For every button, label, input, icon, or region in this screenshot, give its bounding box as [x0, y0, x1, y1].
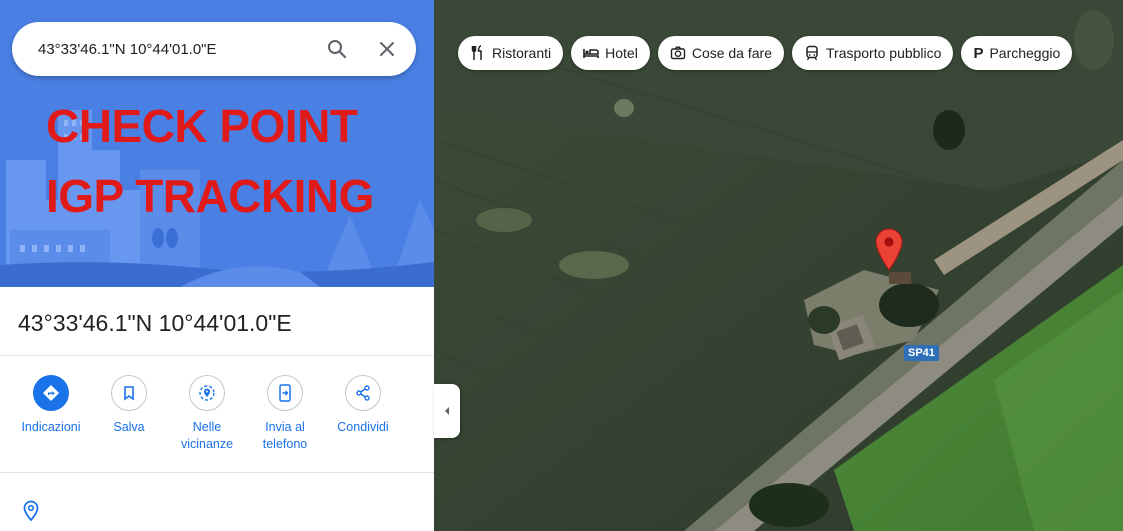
parking-icon: P — [973, 44, 984, 62]
collapse-panel-button[interactable] — [434, 384, 460, 438]
hotel-icon — [583, 45, 599, 61]
camera-icon — [670, 45, 686, 61]
action-label: Invia al telefono — [262, 420, 308, 451]
restaurant-icon — [470, 45, 486, 61]
chip-label: Parcheggio — [989, 45, 1061, 61]
chip-things-to-do[interactable]: Cose da fare — [657, 36, 784, 70]
chevron-left-icon — [445, 407, 449, 415]
action-buttons: Indicazioni Salva Nelle vicinanze Invia … — [12, 375, 412, 453]
share-button[interactable]: Condividi — [324, 375, 402, 453]
chip-label: Ristoranti — [492, 45, 552, 61]
share-icon — [356, 385, 370, 401]
divider — [0, 355, 434, 356]
chip-parking[interactable]: P Parcheggio — [961, 36, 1073, 70]
save-button-circle — [111, 375, 147, 411]
divider — [0, 472, 434, 473]
action-label: Condividi — [337, 420, 389, 434]
send-to-phone-button-circle — [267, 375, 303, 411]
save-button[interactable]: Salva — [90, 375, 168, 453]
action-label: Nelle vicinanze — [180, 420, 234, 451]
search-icon — [328, 40, 347, 59]
directions-button-circle — [33, 375, 69, 411]
chip-label: Trasporto pubblico — [826, 45, 942, 61]
search-input[interactable] — [36, 39, 310, 59]
search-button[interactable] — [322, 34, 352, 64]
chip-label: Cose da fare — [691, 45, 772, 61]
place-title: 43°33'46.1"N 10°44'01.0"E — [18, 310, 292, 336]
share-button-circle — [345, 375, 381, 411]
chip-label: Hotel — [605, 45, 638, 61]
chip-public-transport[interactable]: Trasporto pubblico — [792, 36, 954, 70]
directions-icon — [43, 385, 59, 401]
nearby-button-circle — [189, 375, 225, 411]
bookmark-icon — [124, 386, 134, 401]
location-outline-icon — [22, 500, 40, 527]
overlay-title-line1: CHECK POINT — [46, 100, 358, 152]
location-pin[interactable] — [874, 228, 904, 272]
send-to-phone-icon — [279, 384, 291, 402]
nearby-button[interactable]: Nelle vicinanze — [168, 375, 246, 453]
satellite-imagery — [434, 0, 1123, 531]
road-label: SP41 — [904, 345, 939, 361]
send-to-phone-button[interactable]: Invia al telefono — [246, 375, 324, 453]
action-label: Salva — [113, 420, 145, 434]
chip-hotel[interactable]: Hotel — [571, 36, 650, 70]
close-icon — [380, 42, 394, 56]
transit-icon — [804, 45, 820, 61]
nearby-icon — [199, 385, 215, 401]
side-panel: CHECK POINT IGP TRACKING 43°33'46.1"N 10… — [0, 0, 434, 531]
action-label: Indicazioni — [21, 420, 81, 434]
search-box — [12, 22, 416, 76]
chip-restaurants[interactable]: Ristoranti — [458, 36, 564, 70]
map-view[interactable]: Ristoranti Hotel Cose da fare Trasporto … — [434, 0, 1123, 531]
map-pin-icon — [875, 228, 903, 271]
directions-button[interactable]: Indicazioni — [12, 375, 90, 453]
map-category-chips: Ristoranti Hotel Cose da fare Trasporto … — [458, 36, 1073, 70]
overlay-title-line2: IGP TRACKING — [46, 170, 374, 222]
close-button[interactable] — [372, 34, 402, 64]
